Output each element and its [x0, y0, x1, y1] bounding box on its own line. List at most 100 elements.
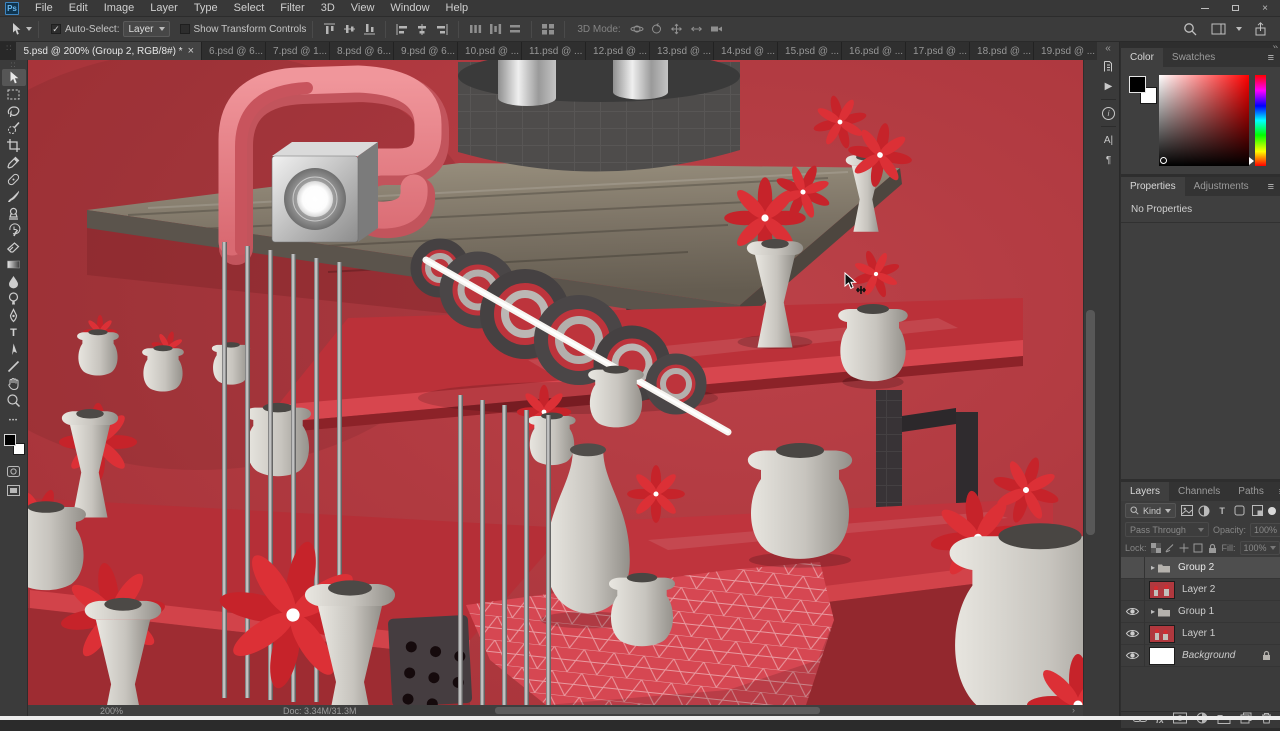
align-right-edges-button[interactable] [432, 20, 452, 38]
brush-tool[interactable] [2, 188, 26, 205]
edit-toolbar-icon[interactable]: ••• [2, 412, 26, 429]
opacity-value-box[interactable]: 100% [1250, 522, 1280, 537]
document-tab[interactable]: 16.psd @ ...× [842, 42, 907, 60]
add-layer-mask-icon[interactable] [1173, 711, 1187, 729]
foreground-background-colors[interactable] [1129, 76, 1157, 104]
panel-menu-icon[interactable]: ≡ [1273, 482, 1280, 501]
close-button[interactable]: × [1250, 0, 1280, 17]
document-tab[interactable]: 5.psd @ 200% (Group 2, RGB/8#) * × [16, 42, 203, 60]
document-tab[interactable]: 15.psd @ ...× [778, 42, 843, 60]
menu-image[interactable]: Image [96, 0, 143, 17]
auto-select-target-dropdown[interactable]: Layer [123, 21, 170, 37]
history-panel-icon[interactable] [1097, 56, 1120, 76]
dodge-tool[interactable] [2, 290, 26, 307]
layer-row-layer-2[interactable]: Layer 2 [1121, 578, 1280, 601]
blend-mode-dropdown[interactable]: Pass Through [1125, 522, 1209, 537]
filter-toggle[interactable] [1268, 506, 1277, 515]
history-brush-tool[interactable] [2, 222, 26, 239]
auto-align-layers-button[interactable] [538, 20, 558, 38]
document-tab[interactable]: 11.psd @ ...× [522, 42, 587, 60]
menu-3d[interactable]: 3D [313, 0, 343, 17]
foreground-color-swatch[interactable] [3, 434, 16, 446]
document-tab[interactable]: 10.psd @ ...× [458, 42, 523, 60]
filter-shape-layers-icon[interactable] [1233, 504, 1247, 518]
hue-slider[interactable] [1249, 75, 1266, 166]
menu-file[interactable]: File [27, 0, 61, 17]
document-tab[interactable]: 8.psd @ 6...× [330, 42, 395, 60]
lock-all-icon[interactable] [1207, 541, 1218, 555]
share-icon[interactable] [1250, 20, 1270, 38]
layer-thumbnail[interactable] [1149, 646, 1175, 665]
zoom-tool[interactable] [2, 392, 26, 409]
delete-layer-icon[interactable] [1261, 711, 1272, 729]
visibility-toggle[interactable] [1121, 622, 1145, 645]
document-tab[interactable]: 14.psd @ ...× [714, 42, 779, 60]
character-panel-icon[interactable]: A| [1097, 130, 1120, 150]
quick-selection-tool[interactable] [2, 120, 26, 137]
filter-pixel-layers-icon[interactable] [1180, 504, 1194, 518]
filter-type-layers-icon[interactable]: T [1215, 504, 1229, 518]
document-size-info[interactable]: Doc: 3.34M/31.3M [283, 706, 357, 716]
align-vertical-centers-button[interactable] [339, 20, 359, 38]
layer-row-layer-1[interactable]: Layer 1 [1121, 622, 1280, 645]
tab-paths[interactable]: Paths [1229, 482, 1273, 501]
document-tab[interactable]: 18.psd @ ...× [970, 42, 1035, 60]
menu-layer[interactable]: Layer [142, 0, 186, 17]
gradient-tool[interactable] [2, 256, 26, 273]
search-icon[interactable] [1180, 20, 1200, 38]
show-transform-checkbox[interactable] [179, 24, 190, 34]
paragraph-panel-icon[interactable]: ¶ [1097, 150, 1120, 170]
scroll-right-arrow-icon[interactable]: › [1072, 705, 1075, 715]
horizontal-scrollbar-thumb[interactable] [495, 707, 820, 714]
panel-grip[interactable]: :: [0, 60, 27, 69]
menu-type[interactable]: Type [186, 0, 226, 17]
vertical-scrollbar-thumb[interactable] [1086, 310, 1095, 535]
panel-menu-icon[interactable]: ≡ [1262, 177, 1280, 196]
spot-healing-brush-tool[interactable] [2, 171, 26, 188]
workspace-switcher-icon[interactable] [1208, 20, 1228, 38]
color-picker-dot[interactable] [1160, 157, 1167, 164]
tab-adjustments[interactable]: Adjustments [1185, 177, 1258, 196]
tool-preset-caret-icon[interactable] [26, 27, 32, 31]
move-tool-preset-icon[interactable] [6, 20, 26, 38]
color-saturation-field[interactable] [1159, 75, 1249, 166]
visibility-toggle[interactable] [1121, 644, 1145, 667]
restore-button[interactable] [1220, 0, 1250, 17]
actions-panel-icon[interactable]: ▶ [1097, 76, 1120, 96]
vertical-scrollbar[interactable] [1083, 60, 1097, 705]
3d-orbit-icon[interactable] [627, 20, 647, 38]
align-horizontal-centers-button[interactable] [412, 20, 432, 38]
minimize-button[interactable] [1190, 0, 1220, 17]
document-tab[interactable]: 13.psd @ ...× [650, 42, 715, 60]
foreground-color-swatch[interactable] [1129, 76, 1146, 93]
document-tab[interactable]: 19.psd @ ...× [1034, 42, 1099, 60]
visibility-toggle[interactable] [1121, 600, 1145, 623]
lock-artboard-icon[interactable] [1193, 541, 1203, 555]
workspace-caret-icon[interactable] [1236, 27, 1242, 31]
document-tab[interactable]: 17.psd @ ...× [906, 42, 971, 60]
new-layer-icon[interactable] [1240, 711, 1252, 729]
visibility-toggle[interactable] [1121, 556, 1145, 579]
lock-pixels-icon[interactable] [1165, 541, 1175, 555]
new-group-icon[interactable] [1217, 711, 1231, 729]
tab-layers[interactable]: Layers [1121, 482, 1170, 501]
canvas[interactable] [28, 60, 1083, 705]
expander-icon[interactable]: ▸ [1151, 607, 1155, 616]
menu-edit[interactable]: Edit [61, 0, 96, 17]
clone-stamp-tool[interactable] [2, 205, 26, 222]
expander-icon[interactable]: ▸ [1151, 563, 1155, 572]
layer-thumbnail[interactable] [1149, 624, 1175, 643]
panel-grip[interactable]: :: [0, 42, 16, 60]
panel-menu-icon[interactable]: ≡ [1262, 48, 1280, 67]
fill-value-box[interactable]: 100% [1239, 541, 1280, 555]
foreground-background-colors[interactable] [3, 433, 25, 455]
document-tab[interactable]: 7.psd @ 1...× [266, 42, 331, 60]
expand-panels-icon[interactable]: « [1097, 42, 1119, 56]
screen-mode-button[interactable] [2, 482, 26, 499]
adjustment-layer-icon[interactable] [1196, 711, 1208, 729]
move-tool[interactable] [1, 69, 26, 86]
crop-tool[interactable] [2, 137, 26, 154]
type-tool[interactable]: T [2, 324, 26, 341]
align-top-edges-button[interactable] [319, 20, 339, 38]
info-panel-icon[interactable]: i [1097, 103, 1120, 123]
